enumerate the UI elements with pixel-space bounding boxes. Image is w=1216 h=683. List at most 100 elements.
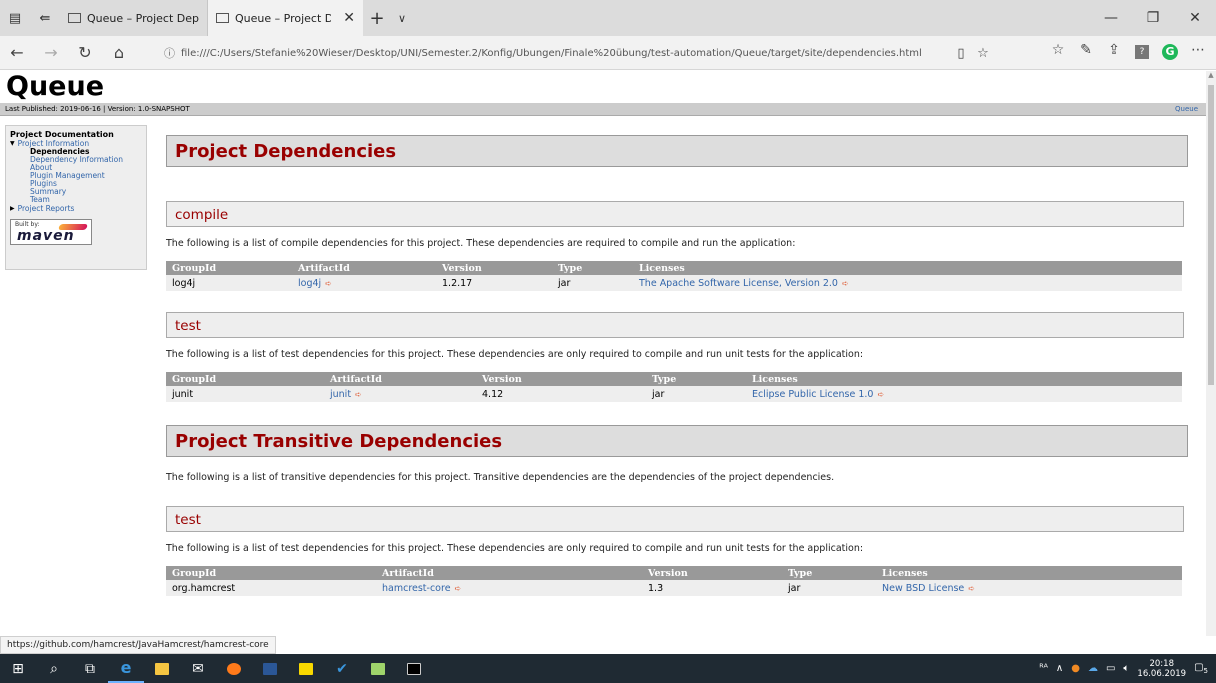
artifact-link[interactable]: junit	[330, 389, 351, 400]
refresh-icon[interactable]: ↻	[68, 43, 102, 62]
task-view-icon[interactable]: ⧉	[72, 654, 108, 683]
artifact-link[interactable]: hamcrest-core	[382, 583, 451, 594]
pen-icon[interactable]: ✎	[1072, 42, 1100, 62]
tab-title: Queue – Project Depen	[235, 11, 332, 25]
published-info: Last Published: 2019-06-16 | Version: 1.…	[5, 105, 190, 113]
share-icon[interactable]: ⇪	[1100, 42, 1128, 62]
tab-bar: ▤ ⇚ Queue – Project Dependenc Queue – Pr…	[0, 0, 1216, 36]
info-icon[interactable]: ⓘ	[164, 45, 175, 61]
col-type: Type	[782, 566, 876, 580]
chevron-up-icon[interactable]: ∧	[1056, 663, 1063, 674]
address-bar: ← → ↻ ⌂ ⓘ file:///C:/Users/Stefanie%20Wi…	[0, 36, 1216, 70]
notifications-icon[interactable]: ▢5	[1194, 662, 1208, 675]
test-dependencies-table: GroupId ArtifactId Version Type Licenses…	[166, 372, 1182, 402]
nav-project-reports[interactable]: ▶ Project Reports	[10, 204, 142, 213]
favorites-icon[interactable]: ☆	[1044, 42, 1072, 62]
col-artifactid: ArtifactId	[292, 261, 436, 275]
onedrive-icon[interactable]: ☁	[1088, 663, 1098, 674]
nav-label: Project Reports	[17, 204, 75, 213]
sticky-notes-icon[interactable]	[288, 654, 324, 683]
extension-icon[interactable]: ?	[1135, 45, 1149, 59]
page-icon	[216, 13, 229, 23]
nav-heading: Project Documentation	[10, 130, 114, 139]
cell-license: New BSD License ➪	[876, 580, 1182, 596]
license-link[interactable]: New BSD License	[882, 583, 964, 594]
notification-count: 5	[1203, 667, 1208, 675]
scrollbar-thumb[interactable]	[1208, 85, 1214, 385]
restore-icon[interactable]: ❐	[1132, 0, 1174, 36]
compile-description: The following is a list of compile depen…	[166, 238, 796, 249]
status-url: https://github.com/hamcrest/JavaHamcrest…	[0, 636, 276, 654]
edge-browser-icon[interactable]: e	[108, 654, 144, 683]
cell-artifactid: junit ➪	[324, 386, 476, 402]
app-tray-icon[interactable]: ●	[1071, 663, 1080, 674]
col-groupid: GroupId	[166, 566, 376, 580]
notepad-icon[interactable]	[360, 654, 396, 683]
cell-type: jar	[782, 580, 876, 596]
back-icon[interactable]: ←	[0, 43, 34, 62]
tab-queue-1[interactable]: Queue – Project Dependenc	[60, 0, 208, 36]
cell-type: jar	[646, 386, 746, 402]
close-tab-icon[interactable]: ✕	[337, 10, 355, 26]
home-icon[interactable]: ⌂	[102, 43, 136, 62]
cell-version: 1.3	[642, 580, 782, 596]
people-icon[interactable]: ᴿᴬ	[1039, 663, 1048, 674]
new-tab-icon[interactable]: +	[363, 0, 391, 36]
license-link[interactable]: The Apache Software License, Version 2.0	[639, 278, 838, 289]
col-version: Version	[642, 566, 782, 580]
firefox-icon[interactable]	[216, 654, 252, 683]
word-icon[interactable]	[252, 654, 288, 683]
tabbar-spacer	[413, 0, 1090, 36]
main-content: Project Dependencies compile The followi…	[166, 131, 1190, 596]
cell-artifactid: log4j ➪	[292, 275, 436, 291]
terminal-icon[interactable]	[396, 654, 432, 683]
file-explorer-icon[interactable]	[144, 654, 180, 683]
reading-view-icon[interactable]: ▯	[950, 46, 972, 61]
external-link-icon: ➪	[968, 583, 975, 593]
col-version: Version	[476, 372, 646, 386]
volume-icon[interactable]: 🔈︎	[1123, 663, 1129, 674]
triangle-down-icon: ▼	[10, 140, 15, 147]
external-link-icon: ➪	[841, 278, 849, 288]
battery-icon[interactable]: ▭	[1106, 663, 1115, 674]
tab-actions-icon[interactable]: ▤	[0, 0, 30, 36]
col-licenses: Licenses	[876, 566, 1182, 580]
built-by-maven-logo[interactable]: Built by: maven	[10, 219, 92, 245]
set-tabs-aside-icon[interactable]: ⇚	[30, 0, 60, 36]
search-icon[interactable]: ⌕	[36, 654, 72, 683]
minimize-icon[interactable]: —	[1090, 0, 1132, 36]
col-version: Version	[436, 261, 552, 275]
vertical-scrollbar[interactable]: ▲	[1206, 71, 1216, 636]
maven-logo-text: maven	[17, 228, 75, 244]
windows-start-icon[interactable]: ⊞	[0, 654, 36, 683]
system-tray: ᴿᴬ ∧ ● ☁ ▭ 🔈︎ 20:18 16.06.2019 ▢5	[1039, 654, 1216, 683]
breadcrumb: Last Published: 2019-06-16 | Version: 1.…	[0, 103, 1206, 116]
table-header-row: GroupId ArtifactId Version Type Licenses	[166, 566, 1182, 580]
scroll-up-icon[interactable]: ▲	[1206, 71, 1216, 81]
cell-groupid: log4j	[166, 275, 292, 291]
url-field[interactable]: ⓘ file:///C:/Users/Stefanie%20Wieser/Des…	[164, 40, 994, 66]
col-groupid: GroupId	[166, 261, 292, 275]
tab-queue-2[interactable]: Queue – Project Depen ✕	[208, 0, 363, 36]
url-text: file:///C:/Users/Stefanie%20Wieser/Deskt…	[181, 47, 922, 59]
artifact-link[interactable]: log4j	[298, 278, 321, 289]
nav-item-team[interactable]: Team	[10, 196, 142, 204]
todo-check-icon[interactable]: ✔	[324, 654, 360, 683]
breadcrumb-queue-link[interactable]: Queue	[1175, 103, 1198, 116]
close-window-icon[interactable]: ✕	[1174, 0, 1216, 36]
table-row: org.hamcrest hamcrest-core ➪ 1.3 jar New …	[166, 580, 1182, 596]
license-link[interactable]: Eclipse Public License 1.0	[752, 389, 873, 400]
chevron-down-icon[interactable]: ∨	[391, 0, 413, 36]
left-navigation: Project Documentation ▼ Project Informat…	[5, 125, 147, 270]
forward-icon[interactable]: →	[34, 43, 68, 62]
clock[interactable]: 20:18 16.06.2019	[1137, 659, 1186, 679]
mail-icon[interactable]: ✉	[180, 654, 216, 683]
tab-title: Queue – Project Dependenc	[87, 11, 199, 25]
site-title: Queue	[6, 71, 105, 102]
favorite-star-icon[interactable]: ☆	[972, 46, 994, 61]
more-icon[interactable]: ⋯	[1184, 42, 1212, 62]
heading-project-dependencies: Project Dependencies	[166, 135, 1188, 167]
external-link-icon: ➪	[454, 583, 462, 593]
grammarly-icon[interactable]: G	[1162, 44, 1178, 60]
transitive-description: The following is a list of transitive de…	[166, 472, 835, 483]
